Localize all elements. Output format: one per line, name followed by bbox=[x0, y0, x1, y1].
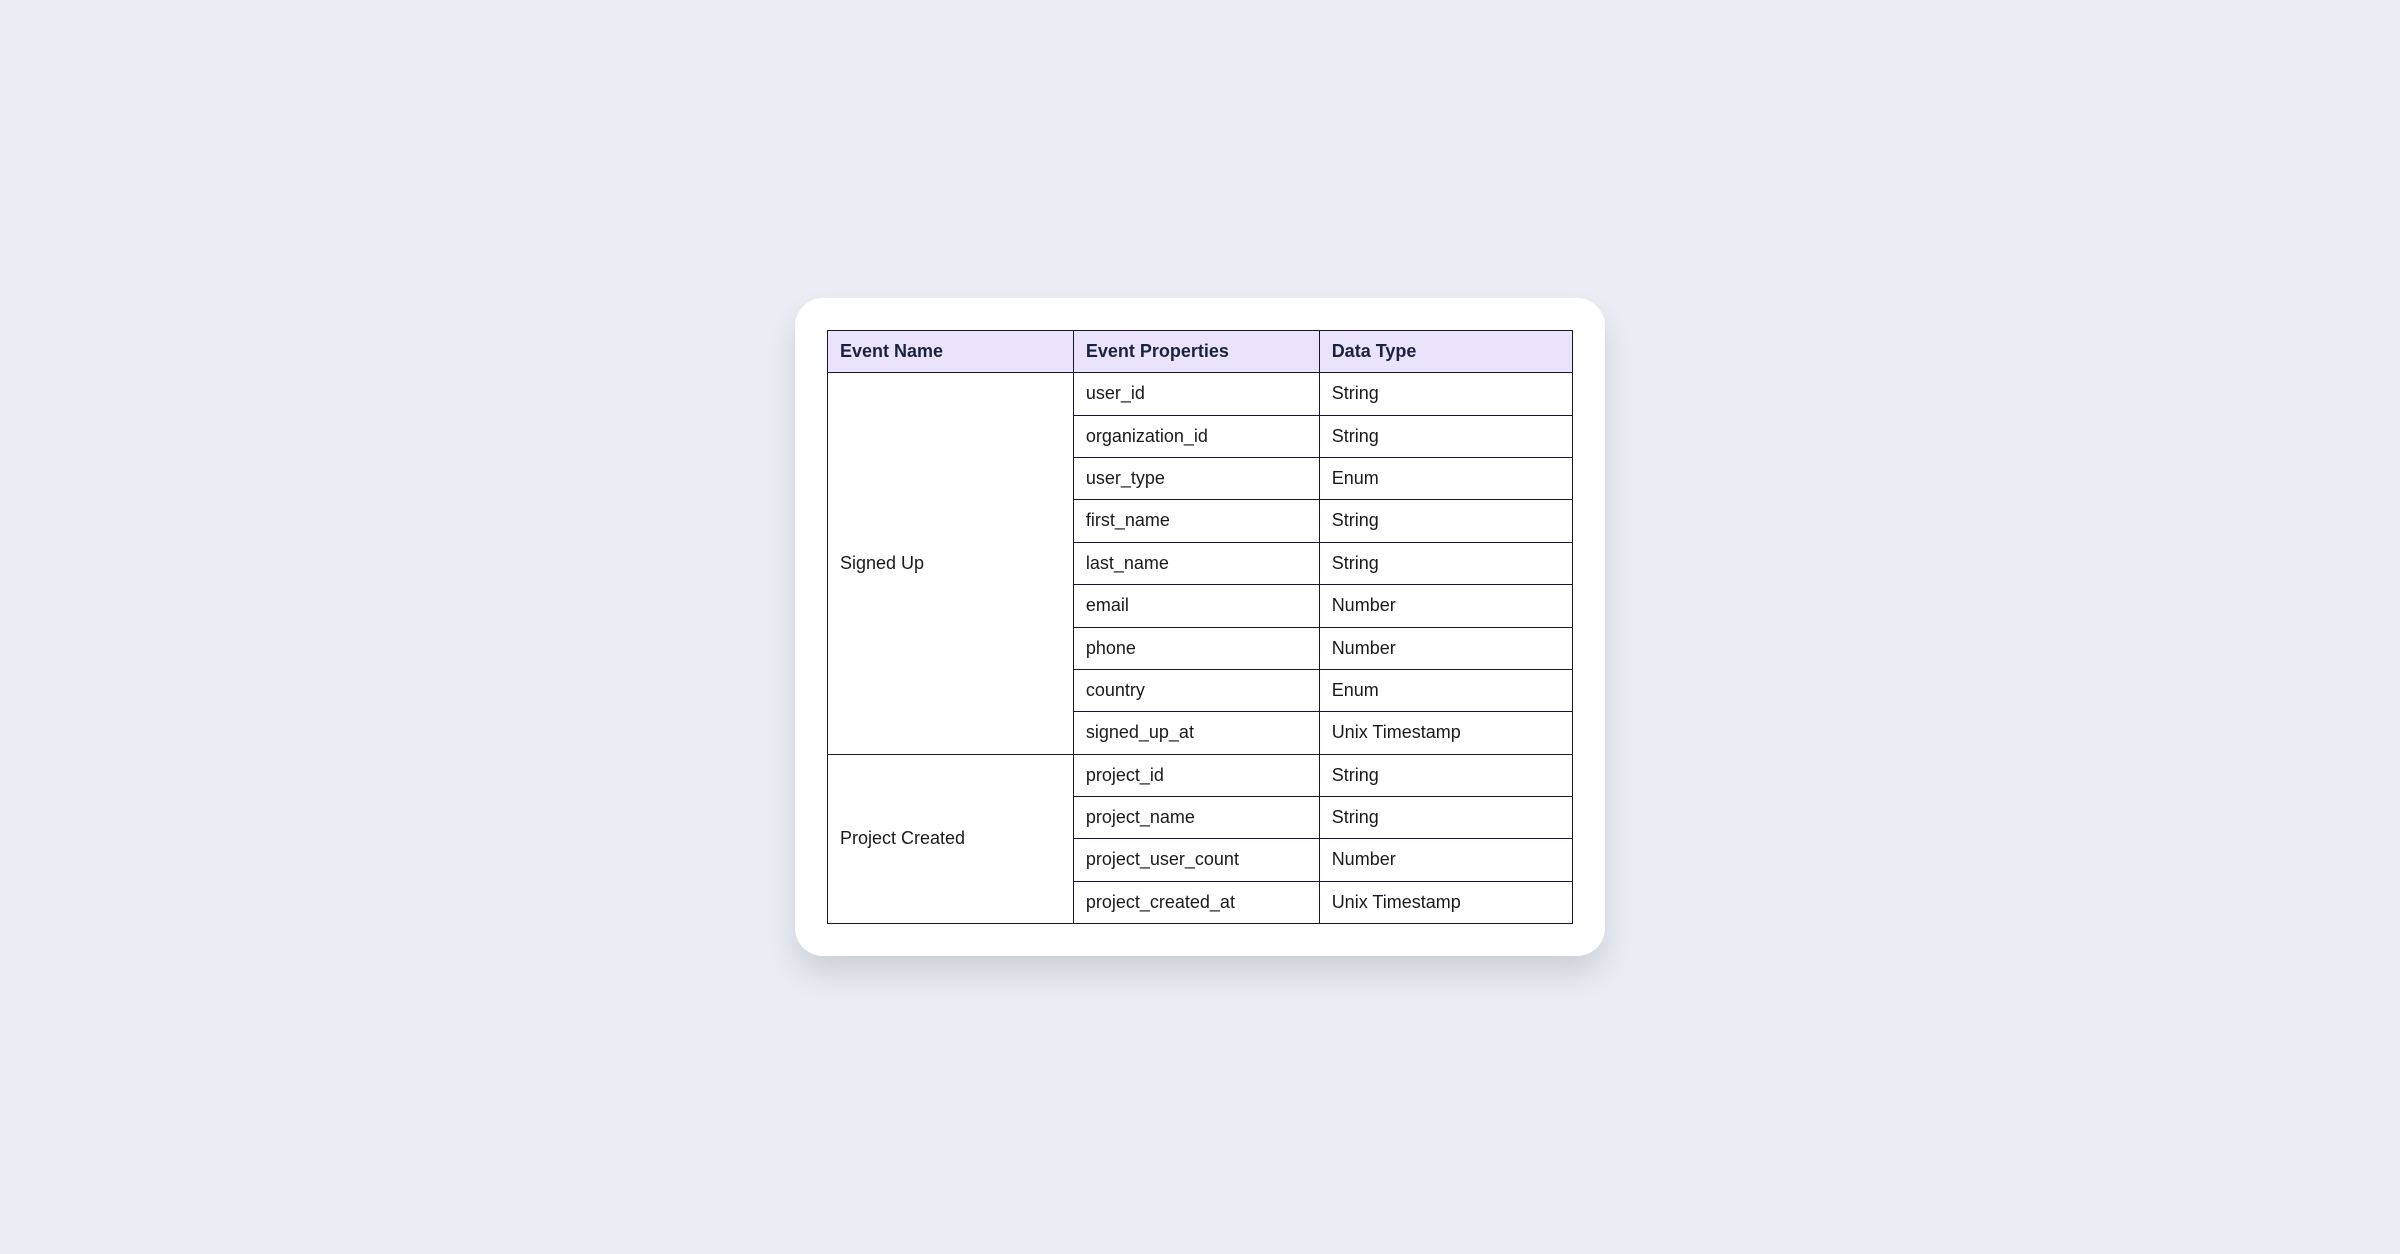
property-type-cell: String bbox=[1319, 373, 1572, 415]
property-name-cell: project_created_at bbox=[1073, 881, 1319, 923]
table-row: Project Created project_id String bbox=[828, 754, 1573, 796]
table-header-row: Event Name Event Properties Data Type bbox=[828, 330, 1573, 372]
property-name-cell: last_name bbox=[1073, 542, 1319, 584]
property-type-cell: Unix Timestamp bbox=[1319, 881, 1572, 923]
property-type-cell: String bbox=[1319, 500, 1572, 542]
table-row: Signed Up user_id String bbox=[828, 373, 1573, 415]
property-name-cell: project_id bbox=[1073, 754, 1319, 796]
property-name-cell: user_type bbox=[1073, 457, 1319, 499]
event-name-cell: Signed Up bbox=[828, 373, 1074, 755]
property-name-cell: first_name bbox=[1073, 500, 1319, 542]
property-type-cell: Number bbox=[1319, 839, 1572, 881]
property-name-cell: signed_up_at bbox=[1073, 712, 1319, 754]
property-type-cell: String bbox=[1319, 797, 1572, 839]
property-type-cell: Enum bbox=[1319, 669, 1572, 711]
property-name-cell: project_user_count bbox=[1073, 839, 1319, 881]
property-name-cell: country bbox=[1073, 669, 1319, 711]
property-name-cell: user_id bbox=[1073, 373, 1319, 415]
property-type-cell: Number bbox=[1319, 627, 1572, 669]
property-type-cell: String bbox=[1319, 415, 1572, 457]
header-event-name: Event Name bbox=[828, 330, 1074, 372]
property-type-cell: Number bbox=[1319, 585, 1572, 627]
property-type-cell: String bbox=[1319, 754, 1572, 796]
event-name-cell: Project Created bbox=[828, 754, 1074, 924]
header-data-type: Data Type bbox=[1319, 330, 1572, 372]
property-type-cell: Unix Timestamp bbox=[1319, 712, 1572, 754]
property-name-cell: phone bbox=[1073, 627, 1319, 669]
property-type-cell: Enum bbox=[1319, 457, 1572, 499]
property-name-cell: project_name bbox=[1073, 797, 1319, 839]
header-event-properties: Event Properties bbox=[1073, 330, 1319, 372]
property-name-cell: organization_id bbox=[1073, 415, 1319, 457]
event-schema-table: Event Name Event Properties Data Type Si… bbox=[827, 330, 1573, 924]
property-name-cell: email bbox=[1073, 585, 1319, 627]
event-schema-card: Event Name Event Properties Data Type Si… bbox=[795, 298, 1605, 956]
property-type-cell: String bbox=[1319, 542, 1572, 584]
table-body: Signed Up user_id String organization_id… bbox=[828, 373, 1573, 924]
